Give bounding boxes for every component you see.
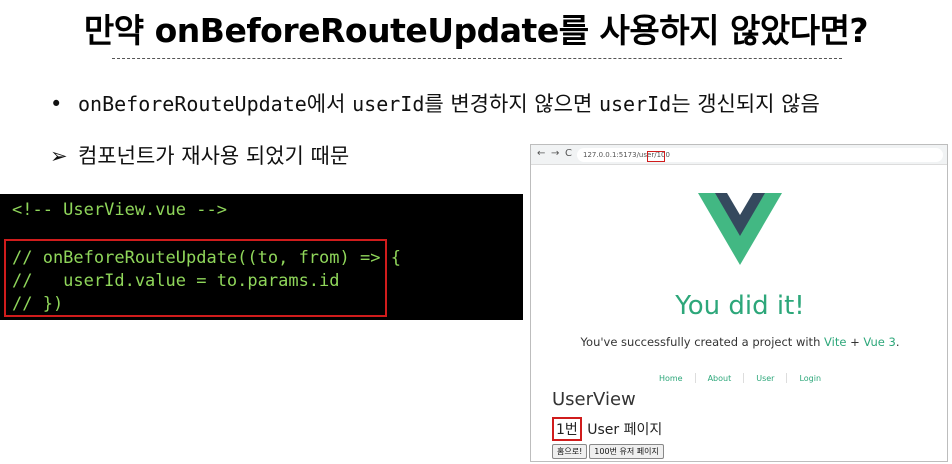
user-page-line: 1번 User 페이지 [552,417,662,441]
bullet-marker: • [50,92,63,116]
vite-link[interactable]: Vite [824,335,846,349]
bullet-point: • onBeforeRouteUpdate에서 userId를 변경하지 않으면 … [50,88,820,118]
hook-name: onBeforeRouteUpdate [78,92,307,116]
arrow-marker: ➢ [50,144,68,168]
bullet-text-2: 를 변경하지 않으면 [424,92,599,116]
url-text: 127.0.0.1:5173/user/ [583,151,657,159]
address-bar[interactable]: 127.0.0.1:5173/user/100 [577,148,943,162]
nav-link-user[interactable]: User [744,374,786,383]
nav-link-about[interactable]: About [696,374,744,383]
user-100-button[interactable]: 100번 유저 페이지 [589,444,664,459]
url-highlight-box [647,151,665,162]
browser-window: ← → C 127.0.0.1:5173/user/100 You did it… [530,144,948,462]
vue3-link[interactable]: Vue 3 [863,335,895,349]
code-block: <!-- UserView.vue --> // onBeforeRouteUp… [0,194,523,320]
title-divider [112,58,842,59]
var-userid-2: userId [598,92,672,116]
sub-bullet-text: 컴포넌트가 재사용 되었기 때문 [78,144,350,168]
vue-logo [698,193,782,265]
user-id-highlight: 1번 [552,417,582,441]
app-nav: Home About User Login [531,373,947,383]
created-text: You've successfully created a project wi… [531,335,947,349]
created-prefix: You've successfully created a project wi… [580,335,825,349]
button-row: 홈으로! 100번 유저 페이지 [552,439,666,459]
slide-title: 만약 onBeforeRouteUpdate를 사용하지 않았다면? [83,11,869,50]
sub-bullet: ➢ 컴포넌트가 재사용 되었기 때문 [50,140,349,170]
bullet-text-1: 에서 [306,92,353,116]
back-icon[interactable]: ← [537,148,545,159]
browser-toolbar: ← → C 127.0.0.1:5173/user/100 [531,145,947,165]
bullet-text-3: 는 갱신되지 않음 [671,92,820,116]
code-comment-filename: <!-- UserView.vue --> [12,200,227,220]
code-highlight-box [4,239,387,317]
reload-icon[interactable]: C [565,148,572,159]
plus-sign: + [846,335,864,349]
nav-link-login[interactable]: Login [787,374,833,383]
welcome-heading: You did it! [675,291,805,321]
user-page-text: User 페이지 [582,422,663,438]
var-userid-1: userId [352,92,425,116]
forward-icon[interactable]: → [551,148,559,159]
home-button[interactable]: 홈으로! [552,444,588,459]
period: . [895,335,900,349]
userview-title: UserView [552,389,636,410]
nav-link-home[interactable]: Home [647,374,695,383]
